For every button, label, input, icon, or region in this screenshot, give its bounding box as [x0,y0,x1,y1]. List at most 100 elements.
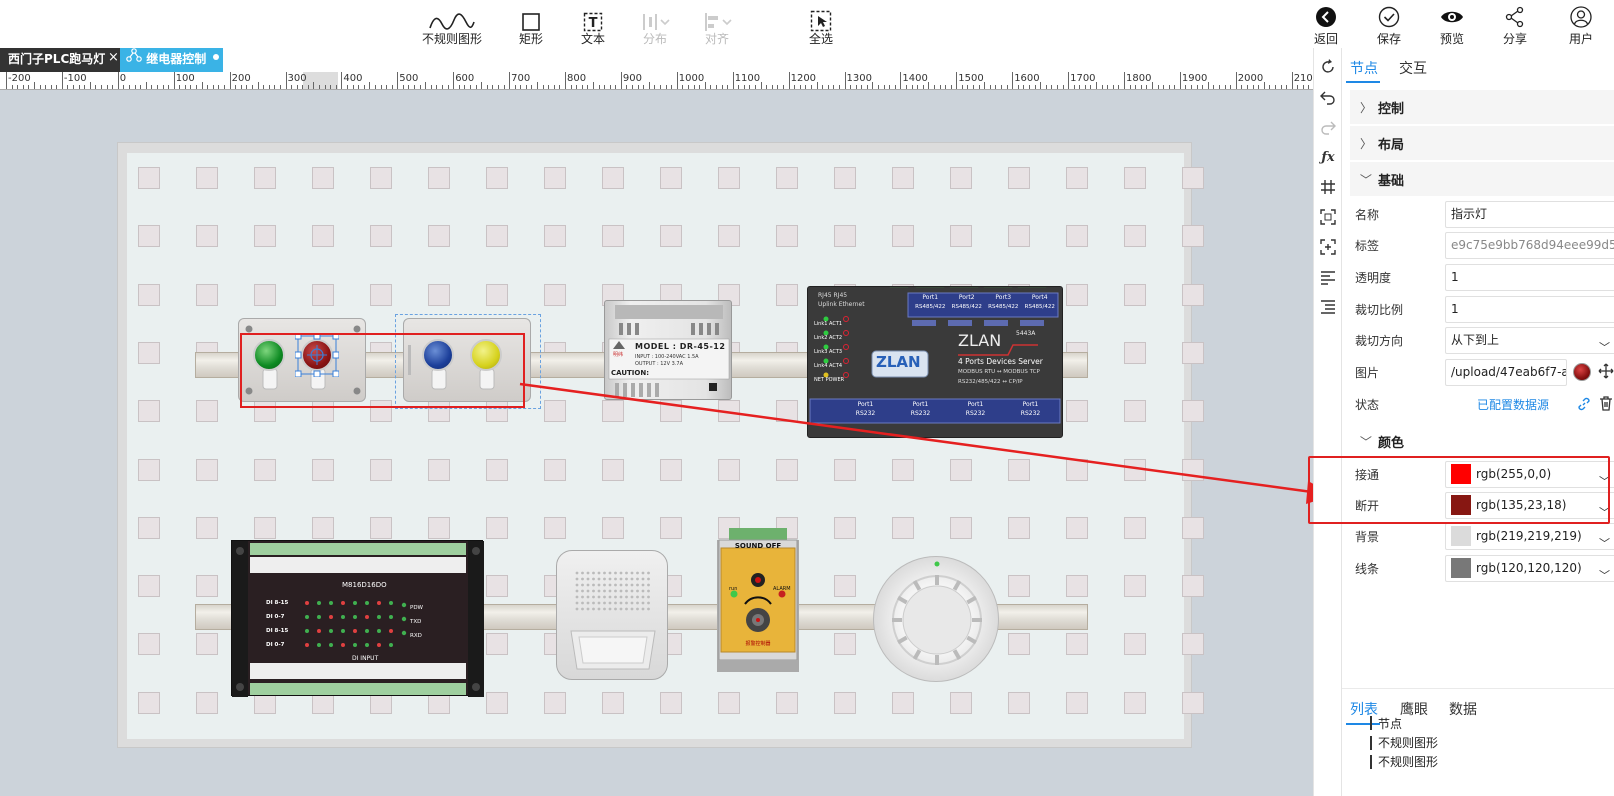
datasource-link[interactable]: 已配置数据源 [1477,396,1549,413]
grid-icon[interactable] [1319,178,1337,196]
pir-sensor[interactable] [556,550,668,680]
redo-icon[interactable] [1319,118,1337,136]
peg-hole [370,458,392,481]
peg-hole [486,575,508,598]
color-line-picker[interactable]: rgb(120,120,120) ﹀ [1445,555,1614,582]
preview-button[interactable]: 预览 [1432,2,1472,46]
list-indent-icon[interactable] [1319,298,1337,316]
select-all-button[interactable]: 全选 [786,2,856,46]
fit-view-icon[interactable] [1319,208,1337,226]
ruler-tick [1012,72,1014,89]
move-icon[interactable] [1598,363,1614,382]
align-button[interactable]: 对齐 [682,2,752,46]
distribute-button[interactable]: 分布 [620,2,690,46]
io-status-labels: PDW TXD RXD [410,605,423,639]
ruler-tick [749,85,751,89]
ruler-tick [928,82,930,89]
peg-hole [1124,458,1146,481]
tree-item-freeform[interactable]: 不规则图形 [1378,734,1438,751]
ruler-tick [229,72,231,89]
ruler-label: 300 [287,73,307,84]
clip-direction-select[interactable]: 从下到上 ﹀ [1445,327,1614,354]
pir-vent-dot [575,595,579,599]
tab-plc-marquee[interactable]: 西门子PLC跑马灯 × [0,48,120,72]
zlan-device-server[interactable]: RJ45 RJ45 Uplink Ethernet Port1 Port2 Port3… [807,286,1063,438]
ruler-tick [973,85,975,89]
power-supply-module[interactable]: 明纬 MODEL : DR-45-12 INPUT : 100-240VAC 1… [604,300,732,400]
opacity-input[interactable]: 1 [1445,264,1614,291]
row-tag: 标签 e9c75e9bb768d94eee99d5ca3 [1350,230,1614,260]
peg-hole [138,167,160,189]
image-preview-icon[interactable] [1573,363,1591,381]
peg-hole [1008,167,1030,189]
pir-vent-dot [641,571,645,575]
freeform-button[interactable]: 不规则图形 [417,2,487,46]
io-status-led [401,602,407,608]
io-module[interactable]: M816D16DO DI 8-15 DI 0-7 DI 8-15 DI 0-7 PDW… [231,540,484,697]
ruler-tick [760,82,762,89]
section-layout[interactable]: 〉布局 [1350,126,1614,160]
tab-close-icon[interactable]: × [108,47,119,69]
peg-hole [1124,225,1146,248]
smoke-detector[interactable] [873,556,999,682]
ruler-tick [615,85,617,89]
ruler-tick [950,85,952,89]
ruler-tick [956,72,958,89]
text-button[interactable]: T 文本 [558,2,628,46]
ruler-tick [777,85,779,89]
back-button[interactable]: 返回 [1306,2,1346,46]
section-color[interactable]: 〉颜色 [1350,426,1614,456]
smoke-vent-slot [935,655,939,665]
rotate-icon[interactable] [1319,58,1337,76]
ruler-tick [22,85,24,89]
group-icon[interactable] [1319,238,1337,256]
rectangle-button[interactable]: 矩形 [496,2,566,46]
ruler-label: 1500 [958,73,984,84]
tab-data[interactable]: 数据 [1449,699,1477,719]
undo-icon[interactable] [1319,88,1337,106]
pir-vent-dot [575,607,579,611]
tab-list[interactable]: 列表 [1350,699,1378,719]
io-led [329,601,333,605]
peg-hole [950,691,972,714]
save-button[interactable]: 保存 [1369,2,1409,46]
peg-hole [486,458,508,481]
section-control[interactable]: 〉控制 [1350,90,1614,124]
distribute-icon [620,2,690,32]
alarm-controller[interactable]: SOUND OFF run ALARM 报警控制器 [717,528,799,672]
row-state: 状态 已配置数据源 [1350,389,1614,419]
pir-vent-dot [630,589,634,593]
tab-relay-control[interactable]: 继电器控制 [120,48,223,72]
peg-hole [428,516,450,539]
tree-item-node[interactable]: 节点 [1378,715,1402,732]
color-background-picker[interactable]: rgb(219,219,219) ﹀ [1445,523,1614,550]
name-input[interactable]: 指示灯 [1445,201,1614,228]
pir-vent-dot [647,595,650,599]
ruler-tick [363,85,365,89]
ruler-tick [402,85,404,89]
align-left-icon[interactable] [1319,268,1337,286]
clip-ratio-input[interactable]: 1 [1445,296,1614,323]
section-basic[interactable]: 〉基础 [1350,162,1614,196]
ruler-tick [1146,85,1148,89]
tree-item-freeform[interactable]: 不规则图形 [1378,753,1438,770]
user-button[interactable]: 用户 [1561,2,1601,46]
link-icon[interactable] [1576,396,1592,415]
svg-text:T: T [589,16,598,31]
peg-hole [892,516,914,539]
ruler-tick [106,85,108,89]
pir-vent-dot [619,589,623,593]
tag-input[interactable]: e9c75e9bb768d94eee99d5ca3 [1445,232,1614,259]
pir-vent-dot [575,571,579,575]
smoke-vent-slot [966,635,977,645]
ruler-tick [464,85,466,89]
pir-vent-dot [603,601,606,605]
tab-node[interactable]: 节点 [1350,58,1378,78]
function-icon[interactable]: ƒx [1319,148,1337,166]
pir-vent-dot [619,571,623,575]
tab-eagle-eye[interactable]: 鹰眼 [1400,699,1428,719]
tab-interaction[interactable]: 交互 [1399,58,1427,78]
trash-icon[interactable] [1598,395,1614,414]
image-path-input[interactable]: /upload/47eab6f7-aec [1445,359,1567,386]
share-button[interactable]: 分享 [1495,2,1535,46]
